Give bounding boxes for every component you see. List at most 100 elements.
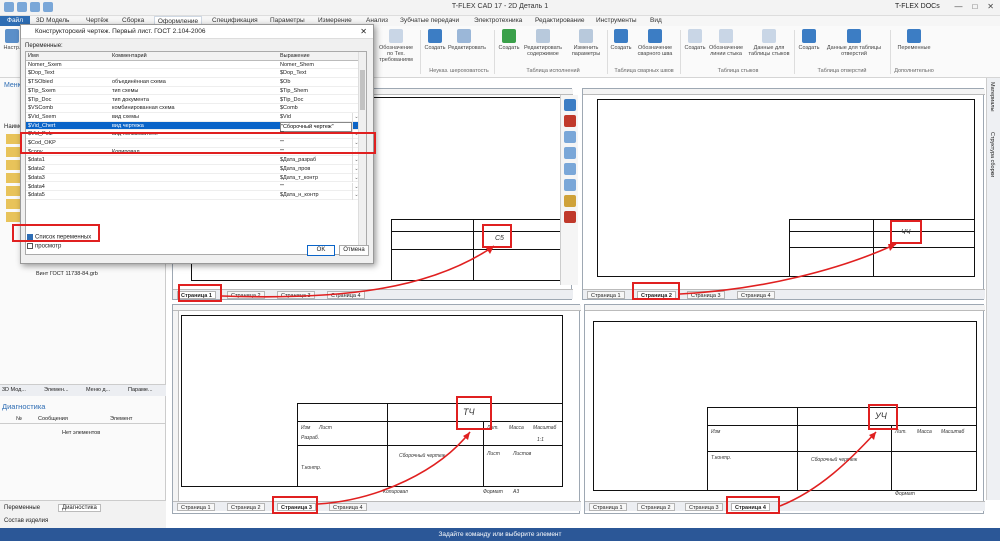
stamp-izm: Изм [301, 425, 311, 431]
tflex-docs-button[interactable]: T-FLEX DOCs [895, 3, 940, 10]
variables-button[interactable]: Переменные [894, 29, 934, 51]
tab-page-4[interactable]: Страница 4 [737, 291, 775, 299]
tab-diagnostics[interactable]: Диагностика [58, 504, 101, 512]
product-structure[interactable]: Состав изделия [4, 518, 48, 524]
table-row[interactable]: $data1 $Дата_разраб ⌄ [26, 156, 360, 166]
line [789, 231, 975, 232]
ruler-horizontal [585, 305, 985, 311]
menu-view[interactable]: Вид [650, 16, 662, 26]
line [473, 219, 474, 281]
variants-edit-content-button[interactable]: Редактировать содержимое [522, 29, 564, 57]
stamp-format: Формат [895, 491, 915, 497]
variants-create-button[interactable]: Создать [498, 29, 520, 51]
magnet-icon[interactable] [563, 115, 576, 127]
table-row[interactable]: $Dop_Text $Dop_Text [26, 69, 360, 79]
tab-page-1[interactable]: Страница 1 [587, 291, 625, 299]
tab-page-1[interactable]: Страница 1 [589, 503, 627, 511]
tab-page-4[interactable]: Страница 4 [327, 291, 365, 299]
tab-page-2[interactable]: Страница 2 [227, 503, 265, 511]
tab-page-2[interactable]: Страница 2 [227, 291, 265, 299]
drawing-view-3[interactable]: ТЧ Изм Лист Разраб. Т.контр. Сборочный ч… [172, 304, 581, 514]
table-row[interactable]: $data2 $Дата_пров ⌄ [26, 165, 360, 174]
tab-page-3[interactable]: Страница 3 [277, 291, 315, 299]
folder-icon[interactable] [6, 173, 20, 183]
dialog-close-icon[interactable]: ✕ [360, 25, 367, 39]
ok-button[interactable]: OK [307, 245, 335, 256]
cancel-button[interactable]: Отмена [339, 245, 369, 256]
drawing-view-2[interactable]: ЧЧ Страница 1 Страница 2 Страница 3 Стра… [582, 88, 985, 300]
table-row[interactable]: $data3 $Дата_т_контр ⌄ [26, 173, 360, 183]
tab-parameters[interactable]: Параме... [128, 387, 153, 393]
table-row[interactable]: $TSObied объединённая схема $Ob [26, 78, 360, 87]
tab-page-3[interactable]: Страница 3 [685, 503, 723, 511]
line [297, 421, 563, 422]
tab-page-2[interactable]: Страница 2 [637, 503, 675, 511]
weld-table-icon [614, 29, 628, 43]
menu-tools[interactable]: Инструменты [596, 16, 637, 26]
menu-gears[interactable]: Зубчатые передачи [400, 16, 459, 26]
variants-params-button[interactable]: Изменить параметры [566, 29, 606, 57]
minimize-icon[interactable]: — [954, 2, 962, 11]
zoom-fit-icon[interactable] [563, 163, 576, 175]
table-row[interactable]: $VSComb комбинированная схема $Comb [26, 104, 360, 113]
table-row[interactable]: $Vid_Sxem вид схемы $Vid ⌄ [26, 112, 360, 122]
table-row[interactable]: Nomer_Sxem Nomer_Shem [26, 61, 360, 70]
weld-symbol-button[interactable]: Обозначение сварного шва [634, 29, 676, 57]
line [873, 219, 874, 277]
window-controls: — □ ✕ [954, 2, 994, 11]
table-row[interactable]: $Tip_Sxem тип схемы $Tip_Shem [26, 87, 360, 96]
maximize-icon[interactable]: □ [972, 2, 977, 11]
menu-electrical[interactable]: Электротехника [474, 16, 522, 26]
scrollbar-thumb[interactable] [360, 70, 365, 110]
roughness-create-button[interactable]: Создать [424, 29, 446, 51]
table-header: Имя Комментарий Выражение [26, 52, 360, 61]
tab-menu[interactable]: Меню д... [86, 387, 110, 393]
preview-checkbox[interactable]: просмотр [27, 243, 61, 250]
zoom-in-icon[interactable] [563, 131, 576, 143]
folder-icon[interactable] [6, 134, 20, 144]
cell-name: $data1 [28, 157, 45, 164]
holes-data-button[interactable]: Данные для таблицы отверстий [822, 29, 886, 57]
tab-assembly-structure[interactable]: Структура сборки [989, 132, 995, 177]
tab-page-1[interactable]: Страница 1 [177, 503, 215, 511]
settings-button[interactable]: Настр. [2, 29, 22, 51]
tab-elements[interactable]: Элемен... [44, 387, 69, 393]
grid-icon[interactable] [563, 99, 576, 111]
folder-icon[interactable] [6, 199, 20, 209]
highlight-page-1-tab [178, 284, 222, 302]
table-row[interactable]: $data4 "" ⌄ [26, 182, 360, 192]
joint-line-symbol-button[interactable]: Обозначение линии стыка [708, 29, 744, 57]
check-icon[interactable] [563, 211, 576, 223]
cell-expression: Nomer_Shem [280, 61, 314, 68]
zoom-out-icon[interactable] [563, 147, 576, 159]
tech-req-symbol-button[interactable]: Обозначение по Тех. требованиям [376, 29, 416, 63]
cell-expression: $Дата_пров [280, 166, 311, 173]
holes-table-create-button[interactable]: Создать [798, 29, 820, 51]
menu-editing[interactable]: Редактирование [535, 16, 585, 26]
table-row[interactable]: $Tip_Doc тип документа $Tip_Doc [26, 96, 360, 105]
tab-page-3[interactable]: Страница 3 [687, 291, 725, 299]
pan-icon[interactable] [563, 195, 576, 207]
zoom-window-icon[interactable] [563, 179, 576, 191]
tab-page-4[interactable]: Страница 4 [329, 503, 367, 511]
table-row[interactable]: $data5 $Дата_н_контр ⌄ [26, 191, 360, 200]
stamp-masshtab: Масштаб [533, 425, 557, 431]
folder-icon[interactable] [6, 147, 20, 157]
tree-item[interactable]: Винт ГОСТ 11738-84.grb [36, 271, 98, 277]
bottom-panel-tabs: Переменные Диагностика Состав изделия [0, 500, 166, 528]
folder-icon[interactable] [6, 160, 20, 170]
tab-3d-model[interactable]: 3D Мод... [2, 387, 26, 393]
table-row[interactable]: $Vid_Chert вид чертежа "Сборочный чертеж" ⌄ [26, 121, 360, 133]
folder-icon[interactable] [6, 212, 20, 222]
joint-data-button[interactable]: Данные для таблицы стыков [746, 29, 792, 57]
joints-table-create-button[interactable]: Создать [684, 29, 706, 51]
weld-table-create-button[interactable]: Создать [610, 29, 632, 51]
tab-materials[interactable]: Материалы [989, 82, 995, 111]
folder-icon[interactable] [6, 186, 20, 196]
close-icon[interactable]: ✕ [987, 2, 994, 11]
roughness-edit-button[interactable]: Редактировать [448, 29, 486, 51]
stamp-izm: Изм [711, 429, 721, 435]
drawing-view-4[interactable]: УЧ Изм Т.контр. Сборочный чертеж Лит. Ма… [584, 304, 985, 514]
cell-comment: тип документа [112, 96, 149, 103]
tab-variables[interactable]: Переменные [4, 505, 40, 511]
